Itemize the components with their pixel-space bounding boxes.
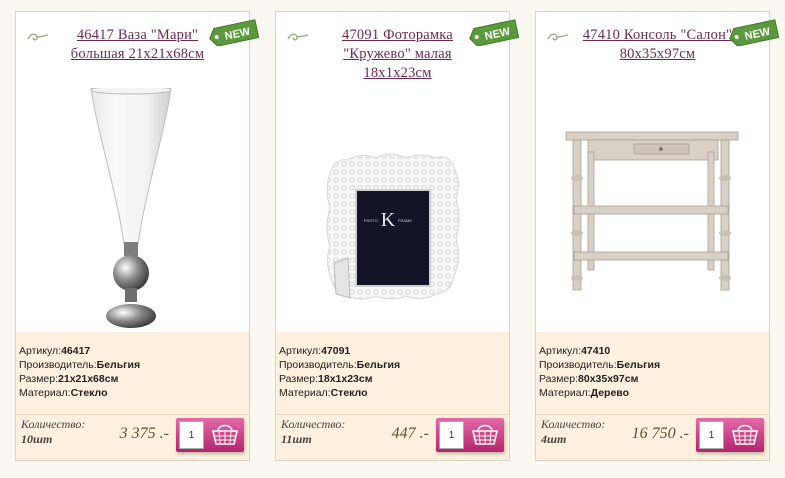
quantity-input[interactable] <box>439 421 464 449</box>
quantity-label: Количество: <box>281 417 346 431</box>
basket-icon[interactable] <box>468 422 502 448</box>
add-to-cart-panel <box>696 418 764 452</box>
spec-material: Материал:Стекло <box>279 387 368 399</box>
product-card: 46417 Ваза "Мари" большая 21x21x68см NEW <box>15 11 260 461</box>
stock-count: 11шт <box>281 432 312 446</box>
order-panel: Количество: 10шт 3 375 .- <box>16 414 249 460</box>
swirl-ornament-icon <box>27 33 49 41</box>
spec-maker: Производитель:Бельгия <box>279 359 401 371</box>
frame-brand-right: FRAME <box>398 218 412 223</box>
spec-material: Материал:Стекло <box>19 387 108 399</box>
product-title-link[interactable]: 47091 Фоторамка "Кружево" малая 18x1x23с… <box>316 26 479 83</box>
product-image[interactable] <box>16 88 249 332</box>
order-panel: Количество: 4шт 16 750 .- <box>536 414 769 460</box>
swirl-ornament-icon <box>547 33 569 41</box>
swirl-ornament-icon <box>287 33 309 41</box>
order-panel: Количество: 11шт 447 .- <box>276 414 509 460</box>
product-title-link[interactable]: 47410 Консоль "Салон" 80x35x97см <box>576 26 739 64</box>
quantity-label: Количество: <box>541 417 606 431</box>
stock-count: 10шт <box>21 432 53 446</box>
spec-maker: Производитель:Бельгия <box>19 359 141 371</box>
vase-image <box>90 88 172 328</box>
photo-frame-image: PHOTO K FRAME <box>326 153 460 300</box>
product-card: 47091 Фоторамка "Кружево" малая 18x1x23с… <box>275 11 520 461</box>
price: 16 750 .- <box>631 425 689 442</box>
product-specs: Артикул:47091 Производитель:Бельгия Разм… <box>276 332 509 414</box>
product-header: 46417 Ваза "Мари" большая 21x21x68см NEW <box>16 12 260 88</box>
spec-size: Размер:18x1x23см <box>279 373 373 385</box>
frame-brand-left: PHOTO <box>364 218 378 223</box>
product-title-link[interactable]: 46417 Ваза "Мари" большая 21x21x68см <box>56 26 219 64</box>
product-image[interactable] <box>536 88 769 332</box>
frame-brand-letter: K <box>381 209 396 231</box>
spec-article: Артикул:47091 <box>279 345 351 357</box>
spec-size: Размер:80x35x97см <box>539 373 639 385</box>
quantity-label: Количество: <box>21 417 86 431</box>
basket-icon[interactable] <box>728 422 762 448</box>
product-image[interactable]: PHOTO K FRAME <box>276 88 509 332</box>
add-to-cart-panel <box>436 418 504 452</box>
quantity-input[interactable] <box>699 421 724 449</box>
product-specs: Артикул:46417 Производитель:Бельгия Разм… <box>16 332 249 414</box>
basket-icon[interactable] <box>208 422 242 448</box>
spec-article: Артикул:46417 <box>19 345 91 357</box>
stock-count: 4шт <box>541 432 567 446</box>
console-table-image <box>565 131 739 291</box>
product-header: 47091 Фоторамка "Кружево" малая 18x1x23с… <box>276 12 520 88</box>
new-tag-badge: NEW <box>729 19 780 46</box>
spec-article: Артикул:47410 <box>539 345 611 357</box>
quantity-input[interactable] <box>179 421 204 449</box>
add-to-cart-panel <box>176 418 244 452</box>
product-header: 47410 Консоль "Салон" 80x35x97см NEW <box>536 12 780 88</box>
spec-size: Размер:21x21x68см <box>19 373 119 385</box>
spec-material: Материал:Дерево <box>539 387 630 399</box>
price: 3 375 .- <box>119 425 169 442</box>
new-tag-badge: NEW <box>469 19 520 46</box>
price: 447 .- <box>391 425 429 442</box>
spec-maker: Производитель:Бельгия <box>539 359 661 371</box>
product-specs: Артикул:47410 Производитель:Бельгия Разм… <box>536 332 769 414</box>
new-tag-badge: NEW <box>209 19 260 46</box>
product-card: 47410 Консоль "Салон" 80x35x97см NEW Арт… <box>535 11 780 461</box>
